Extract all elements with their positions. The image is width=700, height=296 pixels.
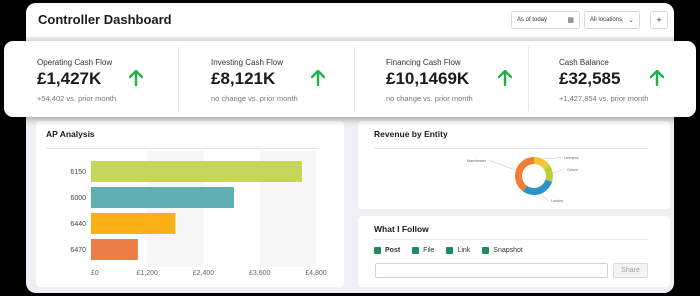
x-tick-label: £0 [91, 270, 99, 277]
follow-tabs: Post File Link Snapshot [374, 247, 523, 254]
tab-snapshot-label: Snapshot [493, 247, 523, 254]
tab-snapshot[interactable]: Snapshot [482, 247, 523, 254]
x-tick-label: £1,200 [137, 270, 159, 277]
kpi-label: Investing Cash Flow [211, 58, 284, 67]
arrow-up-icon [129, 70, 143, 86]
revenue-donut-chart: Manchester Liverpool Oxford London [467, 156, 579, 203]
revenue-by-entity-card: Revenue by Entity Manchester Liverpool Oxf… [358, 121, 670, 209]
tab-post[interactable]: Post [374, 247, 400, 254]
kpi-operating-cash-flow[interactable]: Operating Cash Flow £1,427K +54,402 vs. … [4, 41, 178, 117]
top-bar: Controller Dashboard As of today ▦ All l… [26, 3, 674, 37]
tab-file[interactable]: File [412, 247, 434, 254]
kpi-label: Operating Cash Flow [37, 58, 113, 67]
donut-slice[interactable] [515, 157, 534, 192]
kpi-investing-cash-flow[interactable]: Investing Cash Flow £8,121K no change vs… [179, 41, 354, 117]
ap-analysis-card: AP Analysis 6150 6000 6440 6470 £0 £1,200 £2,4… [36, 121, 344, 287]
location-filter-select[interactable]: All locations ⌄ [584, 11, 640, 29]
kpi-value: £8,121K [211, 69, 276, 88]
leader-line [542, 157, 562, 160]
kpi-value: £10,1469K [386, 69, 470, 88]
slice-label: London [551, 199, 563, 203]
kpi-financing-cash-flow[interactable]: Financing Cash Flow £10,1469K no change … [355, 41, 528, 117]
slice-label: Liverpool [564, 156, 579, 160]
slice-label: Manchester [467, 159, 487, 163]
bar[interactable] [91, 161, 302, 182]
kpi-change: no change vs. prior month [386, 94, 473, 103]
bar[interactable] [91, 187, 234, 208]
kpi-label: Financing Cash Flow [386, 58, 461, 67]
kpi-change: +54,402 vs. prior month [37, 94, 117, 103]
what-i-follow-card: What I Follow Post File Link Snapshot Sh… [358, 216, 670, 287]
date-filter-label: As of today [517, 17, 548, 23]
post-icon [374, 247, 381, 254]
kpi-value: £32,585 [559, 69, 621, 88]
link-icon [446, 247, 454, 254]
date-filter-select[interactable]: As of today ▦ [511, 11, 580, 29]
location-filter-label: All locations [590, 17, 623, 23]
post-input[interactable] [375, 263, 608, 278]
plus-icon: + [656, 15, 662, 25]
tab-file-label: File [423, 247, 435, 254]
kpi-change: +1,427,854 vs. prior month [559, 94, 649, 103]
snapshot-icon [482, 247, 490, 254]
bar[interactable] [91, 239, 138, 260]
ap-analysis-chart: 6150 6000 6440 6470 £0 £1,200 £2,400 £3,600 £4,8… [70, 151, 327, 277]
kpi-label: Cash Balance [559, 58, 609, 67]
x-tick-label: £3,600 [249, 270, 271, 277]
arrow-up-icon [650, 70, 664, 86]
category-label: 6000 [70, 195, 86, 202]
arrow-up-icon [311, 70, 325, 86]
arrow-up-icon [498, 70, 512, 86]
kpi-band: Operating Cash Flow £1,427K +54,402 vs. … [4, 41, 696, 117]
add-widget-button[interactable]: + [650, 11, 668, 29]
category-label: 6470 [70, 247, 86, 254]
divider [374, 239, 648, 240]
kpi-cash-balance[interactable]: Cash Balance £32,585 +1,427,854 vs. prio… [529, 41, 696, 117]
page-title: Controller Dashboard [38, 12, 172, 27]
slice-label: Oxford [567, 168, 578, 172]
x-tick-label: £4,800 [305, 270, 327, 277]
chevron-down-icon: ⌄ [628, 17, 634, 24]
leader-line [488, 160, 517, 171]
tab-link[interactable]: Link [446, 247, 470, 254]
kpi-change: no change vs. prior month [211, 94, 298, 103]
calendar-icon: ▦ [567, 17, 574, 24]
what-i-follow-title: What I Follow [374, 224, 429, 234]
leader-line [552, 169, 565, 174]
x-tick-label: £2,400 [193, 270, 215, 277]
file-icon [412, 247, 420, 254]
category-label: 6440 [70, 221, 86, 228]
kpi-value: £1,427K [37, 69, 102, 88]
leader-line [539, 193, 549, 201]
category-label: 6150 [70, 169, 86, 176]
donut-slice[interactable] [522, 179, 553, 195]
bar[interactable] [91, 213, 176, 234]
share-button[interactable]: Share [613, 263, 648, 278]
tab-post-label: Post [385, 247, 401, 254]
tab-link-label: Link [457, 247, 471, 254]
